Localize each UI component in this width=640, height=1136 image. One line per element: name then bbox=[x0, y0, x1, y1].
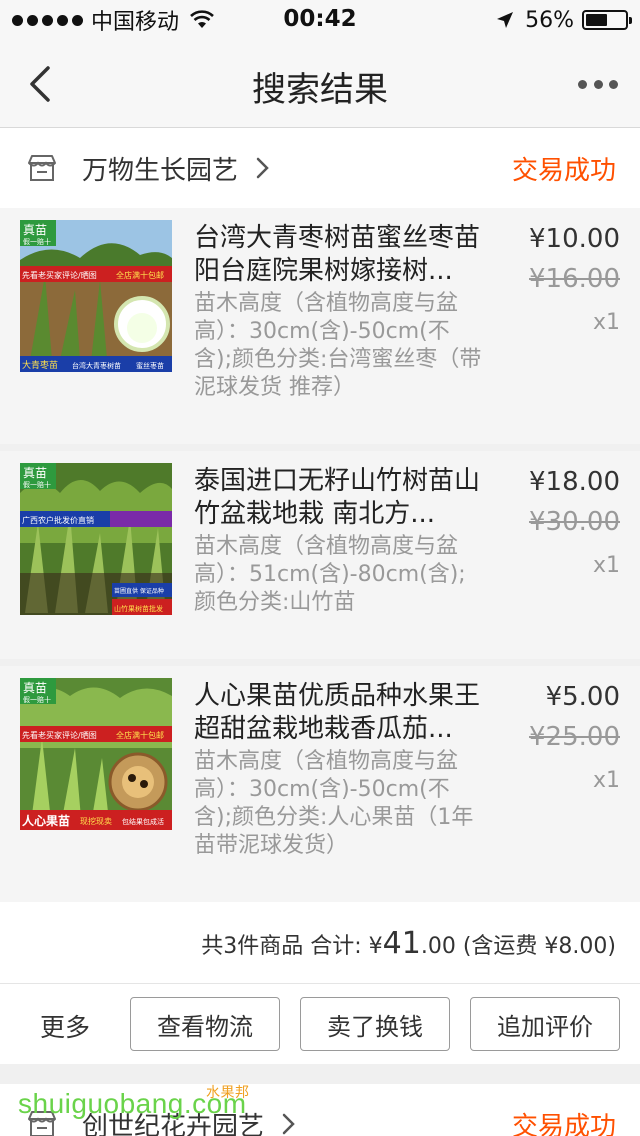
product-image[interactable]: 真苗 假一赔十 先看老买家评论/晒图 全店满十包邮 大青枣苗 台湾大青枣树苗 蜜… bbox=[20, 220, 172, 372]
view-logistics-button[interactable]: 查看物流 bbox=[130, 997, 280, 1051]
footer-2: 现挖现卖 bbox=[80, 816, 112, 826]
product-image[interactable]: 真苗 假一赔十 广西农户批发价直销 苗圃直供 保证品种 山竹果树苗批发 bbox=[20, 463, 172, 615]
shop-header[interactable]: 万物生长园艺 交易成功 bbox=[0, 128, 640, 208]
product-title[interactable]: 台湾大青枣树苗蜜丝枣苗阳台庭院果树嫁接树... bbox=[194, 222, 484, 288]
chevron-right-icon bbox=[256, 157, 269, 179]
resell-button[interactable]: 卖了换钱 bbox=[300, 997, 450, 1051]
footer-3: 蜜丝枣苗 bbox=[136, 361, 164, 370]
order-status: 交易成功 bbox=[511, 1111, 616, 1136]
more-link[interactable]: 更多 bbox=[40, 1008, 90, 1044]
order-item[interactable]: 真苗 假一赔十 先看老买家评论/晒图 全店满十包邮 人心果苗 现挖现卖 包结果包… bbox=[0, 666, 640, 902]
quantity: x1 bbox=[592, 310, 620, 335]
order-item[interactable]: 真苗 假一赔十 广西农户批发价直销 苗圃直供 保证品种 山竹果树苗批发 泰国进口… bbox=[0, 451, 640, 659]
status-bar: 中国移动 00:42 56% bbox=[0, 0, 640, 40]
product-image[interactable]: 真苗 假一赔十 先看老买家评论/晒图 全店满十包邮 人心果苗 现挖现卖 包结果包… bbox=[20, 678, 172, 830]
footer-1: 苗圃直供 保证品种 bbox=[114, 587, 164, 595]
badge-text: 真苗 bbox=[23, 681, 47, 695]
watermark-small: 水果邦 bbox=[206, 1084, 250, 1100]
footer-2: 台湾大青枣树苗 bbox=[72, 361, 121, 370]
product-price: ¥5.00 bbox=[545, 682, 620, 712]
footer-1: 大青枣苗 bbox=[22, 359, 58, 371]
badge-text: 真苗 bbox=[23, 466, 47, 480]
original-price: ¥25.00 bbox=[529, 722, 620, 752]
original-price: ¥30.00 bbox=[529, 507, 620, 537]
battery-icon bbox=[582, 10, 632, 30]
product-spec: 苗木高度（含植物高度与盆高）：51cm(含)-80cm(含);颜色分类:山竹苗 bbox=[194, 534, 466, 615]
total-integer: 41 bbox=[382, 926, 421, 961]
original-price: ¥16.00 bbox=[529, 264, 620, 294]
quantity: x1 bbox=[592, 768, 620, 793]
product-spec: 苗木高度（含植物高度与盆高）：30cm(含)-50cm(不含);颜色分类:台湾蜜… bbox=[194, 291, 482, 400]
order-item[interactable]: 真苗 假一赔十 先看老买家评论/晒图 全店满十包邮 大青枣苗 台湾大青枣树苗 蜜… bbox=[0, 208, 640, 444]
order-status: 交易成功 bbox=[511, 155, 616, 186]
location-arrow-icon bbox=[497, 12, 514, 28]
chevron-right-icon bbox=[282, 1113, 295, 1135]
footer-3: 包结果包成活 bbox=[122, 817, 164, 826]
product-title[interactable]: 泰国进口无籽山竹树苗山竹盆栽地栽 南北方... bbox=[194, 465, 484, 531]
watermark: shuiguobang.com 水果邦 bbox=[18, 1084, 249, 1120]
banner-left: 先看老买家评论/晒图 bbox=[22, 270, 97, 280]
banner-left: 先看老买家评论/晒图 bbox=[22, 730, 97, 740]
order-actions: 更多 查看物流 卖了换钱 追加评价 bbox=[0, 984, 640, 1064]
status-right: 56% bbox=[495, 6, 632, 34]
shop-icon bbox=[28, 155, 56, 181]
banner-right: 全店满十包邮 bbox=[116, 270, 164, 280]
page-title: 搜索结果 bbox=[252, 70, 388, 110]
badge-sub: 假一赔十 bbox=[23, 480, 51, 489]
product-price: ¥10.00 bbox=[529, 224, 620, 254]
footer-2: 山竹果树苗批发 bbox=[114, 604, 163, 613]
product-price: ¥18.00 bbox=[529, 467, 620, 497]
banner-left: 广西农户批发价直销 bbox=[22, 515, 94, 525]
badge-sub: 假一赔十 bbox=[23, 237, 51, 246]
footer-1: 人心果苗 bbox=[22, 813, 70, 828]
order-summary: 共3件商品 合计: ¥41.00 (含运费 ¥8.00) bbox=[0, 902, 640, 984]
nav-bar: 搜索结果 bbox=[0, 40, 640, 128]
order-total: 共3件商品 合计: ¥41.00 (含运费 ¥8.00) bbox=[201, 926, 616, 961]
add-review-button[interactable]: 追加评价 bbox=[470, 997, 620, 1051]
battery-percent: 56% bbox=[525, 7, 574, 33]
shop-name[interactable]: 万物生长园艺 bbox=[82, 150, 238, 187]
banner-right: 全店满十包邮 bbox=[116, 730, 164, 740]
battery-fill bbox=[586, 14, 608, 26]
total-prefix: 共3件商品 合计: ¥ bbox=[201, 934, 383, 959]
product-title[interactable]: 人心果苗优质品种水果王超甜盆栽地栽香瓜茄... bbox=[194, 680, 484, 746]
more-options-icon[interactable] bbox=[578, 70, 618, 98]
total-suffix: (含运费 ¥8.00) bbox=[455, 934, 616, 959]
badge-text: 真苗 bbox=[23, 223, 47, 237]
total-decimal: .00 bbox=[420, 934, 456, 959]
quantity: x1 bbox=[592, 553, 620, 578]
badge-sub: 假一赔十 bbox=[23, 695, 51, 704]
product-spec: 苗木高度（含植物高度与盆高）：30cm(含)-50cm(不含);颜色分类:人心果… bbox=[194, 749, 474, 858]
